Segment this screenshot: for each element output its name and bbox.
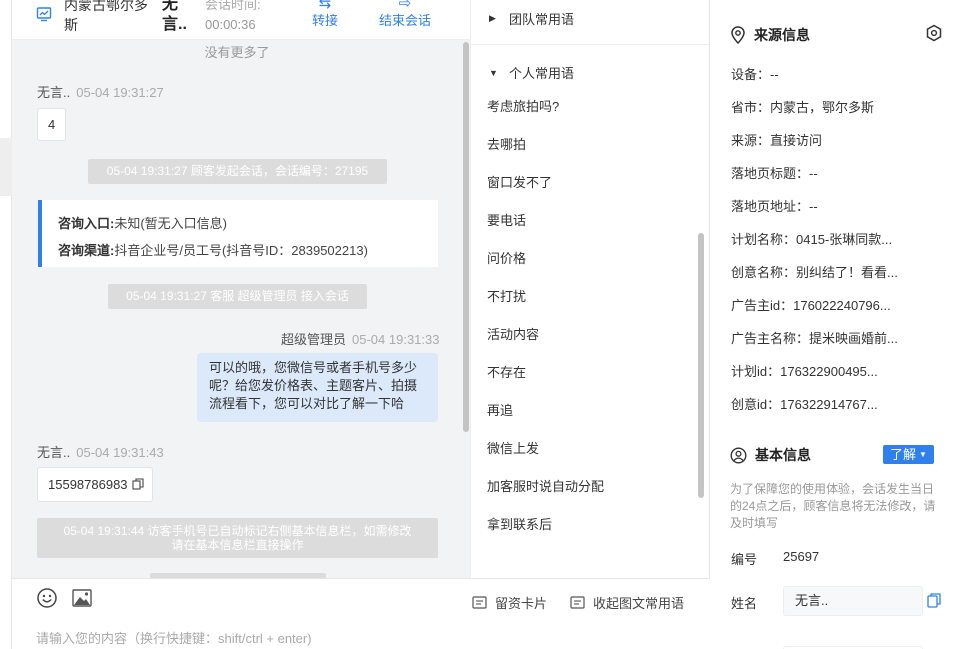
customer-info-panel: 来源信息 设备：-- 省市：内蒙古，鄂尔多斯 来源：直接访问 落地页标题：-- …	[710, 0, 953, 649]
phrase-item[interactable]: 拿到联系后	[487, 514, 552, 533]
image-icon[interactable]	[72, 589, 92, 610]
caret-down-icon: ▼	[919, 450, 927, 459]
phrase-item[interactable]: 窗口发不了	[487, 172, 552, 191]
lead-card-button[interactable]: 留资卡片	[472, 593, 547, 612]
message-list[interactable]: 没有更多了 无言.. 05-04 19:31:27 4 05-04 19:31:2…	[12, 40, 470, 578]
basic-info-title: 基本信息	[730, 445, 811, 465]
message-input-bar: 留资卡片 收起图文常用语 请输入您的内容（换行快捷键：shift/ctrl + …	[12, 578, 710, 649]
message-input[interactable]: 请输入您的内容（换行快捷键：shift/ctrl + enter)	[36, 628, 312, 647]
edit-deadline-notice: 为了保障您的使用体验，会话发生当日的24点之后，顾客信息将无法修改，请及时填写	[730, 482, 936, 530]
consult-channel-label: 咨询渠道:	[58, 243, 115, 258]
location-pin-icon	[731, 26, 745, 44]
session-list-strip	[0, 0, 12, 649]
agent-message-bubble[interactable]: 可以的哦，您微信号或者手机号多少呢？给您发价格表、主题客片、拍摄流程看下，您可以…	[197, 353, 438, 422]
customer-id-label: 编号	[731, 552, 758, 567]
message-scrollbar[interactable]	[463, 42, 469, 432]
system-message: 05-04 19:31:27 客服 超级管理员 接入会话	[108, 284, 367, 309]
system-message: 05-04 19:31:27 顾客发起会话，会话编号：27195	[88, 159, 387, 184]
settings-hexagon-icon[interactable]	[925, 24, 943, 45]
landing-page-title: 落地页标题：--	[731, 166, 818, 181]
monitor-chart-icon	[36, 6, 52, 25]
advertiser-name: 广告主名称：提米映画婚前...	[731, 331, 898, 346]
collapse-phrases-button[interactable]: 收起图文常用语	[570, 593, 684, 612]
team-phrases-group[interactable]: ▶ 团队常用语	[489, 9, 574, 28]
phrase-item[interactable]: 考虑旅拍吗?	[487, 96, 559, 115]
consult-entry-value: 未知(暂无入口信息)	[114, 216, 228, 231]
source-origin: 来源：直接访问	[731, 133, 823, 148]
phrase-item[interactable]: 微信上发	[487, 438, 539, 457]
visitor-name: 无言..	[162, 0, 187, 33]
message-sender: 无言.. 05-04 19:31:43	[37, 445, 164, 460]
phrase-item[interactable]: 再追	[487, 400, 513, 419]
phrase-item[interactable]: 加客服时说自动分配	[487, 476, 604, 495]
customer-id-value: 25697	[783, 549, 820, 564]
no-more-hint: 没有更多了	[204, 45, 270, 60]
chat-card-icon	[570, 596, 585, 609]
transfer-button[interactable]: ⇆ 转接	[312, 0, 338, 28]
phrase-item[interactable]: 问价格	[487, 248, 526, 267]
visitor-region: 内蒙古鄂尔多斯	[64, 0, 148, 33]
visitor-message-bubble[interactable]: 4	[37, 108, 67, 141]
selected-session-marker[interactable]	[0, 138, 12, 196]
phrase-item[interactable]: 不存在	[487, 362, 526, 381]
chat-header: 内蒙古鄂尔多斯 无言.. 会话时间: 00:00:36 ⇆ 转接 ⇨ 结束会话	[12, 0, 470, 40]
session-time-label: 会话时间:	[205, 0, 261, 12]
source-device: 设备：--	[731, 67, 779, 82]
creative-name: 创意名称：别纠结了！看看...	[731, 265, 898, 280]
phrases-scrollbar[interactable]	[698, 233, 704, 498]
system-message: 05-04 19:31:44 访客手机号已自动标记右侧基本信息栏，如需修改 请在…	[37, 518, 438, 558]
emoji-icon[interactable]	[36, 587, 58, 612]
consult-info-card: 咨询入口:未知(暂无入口信息) 咨询渠道:抖音企业号/员工号(抖音号ID：283…	[38, 200, 438, 267]
plan-name: 计划名称：0415-张琳同款...	[731, 232, 893, 247]
exit-icon: ⇨	[398, 0, 412, 12]
source-info-title: 来源信息	[730, 25, 810, 45]
session-time-value: 00:00:36	[205, 17, 256, 32]
caret-down-icon: ▼	[489, 67, 498, 78]
card-icon	[472, 596, 487, 609]
message-sender: 无言.. 05-04 19:31:27	[37, 85, 164, 100]
copy-icon[interactable]	[927, 593, 941, 611]
customer-name-input[interactable]: 无言..	[783, 586, 923, 616]
copy-icon[interactable]	[132, 469, 144, 502]
advertiser-id: 广告主id：176022240796...	[731, 298, 891, 313]
consult-entry-label: 咨询入口:	[58, 216, 115, 231]
caret-right-icon: ▶	[489, 13, 496, 23]
user-circle-icon	[730, 446, 747, 464]
chat-workbench: 内蒙古鄂尔多斯 无言.. 会话时间: 00:00:36 ⇆ 转接 ⇨ 结束会话 …	[0, 0, 953, 649]
message-sender: 超级管理员 05-04 19:31:33	[281, 332, 440, 347]
learn-more-button[interactable]: 了解 ▼	[883, 445, 934, 464]
divider	[471, 44, 709, 45]
consult-channel-value: 抖音企业号/员工号(抖音号ID：2839502213)	[114, 243, 368, 258]
phrase-item[interactable]: 活动内容	[487, 324, 539, 343]
end-session-button[interactable]: ⇨ 结束会话	[379, 0, 431, 28]
source-region: 省市：内蒙古，鄂尔多斯	[731, 100, 875, 115]
visitor-phone-bubble[interactable]: 15598786983	[37, 467, 154, 502]
creative-id: 创意id：176322914767...	[731, 397, 878, 412]
phrase-item[interactable]: 不打扰	[487, 286, 526, 305]
phrase-item[interactable]: 要电话	[487, 210, 526, 229]
quick-phrases-panel: ▶ 团队常用语 ▼ 个人常用语 考虑旅拍吗? 去哪拍 窗口发不了 要电话 问价格…	[470, 0, 710, 578]
customer-name-label: 姓名	[731, 596, 758, 611]
plan-id: 计划id：176322900495...	[731, 364, 878, 379]
landing-page-url: 落地页地址：--	[731, 199, 818, 214]
transfer-arrows-icon: ⇆	[318, 0, 332, 12]
personal-phrases-group[interactable]: ▼ 个人常用语	[489, 63, 574, 82]
phrase-item[interactable]: 去哪拍	[487, 134, 526, 153]
